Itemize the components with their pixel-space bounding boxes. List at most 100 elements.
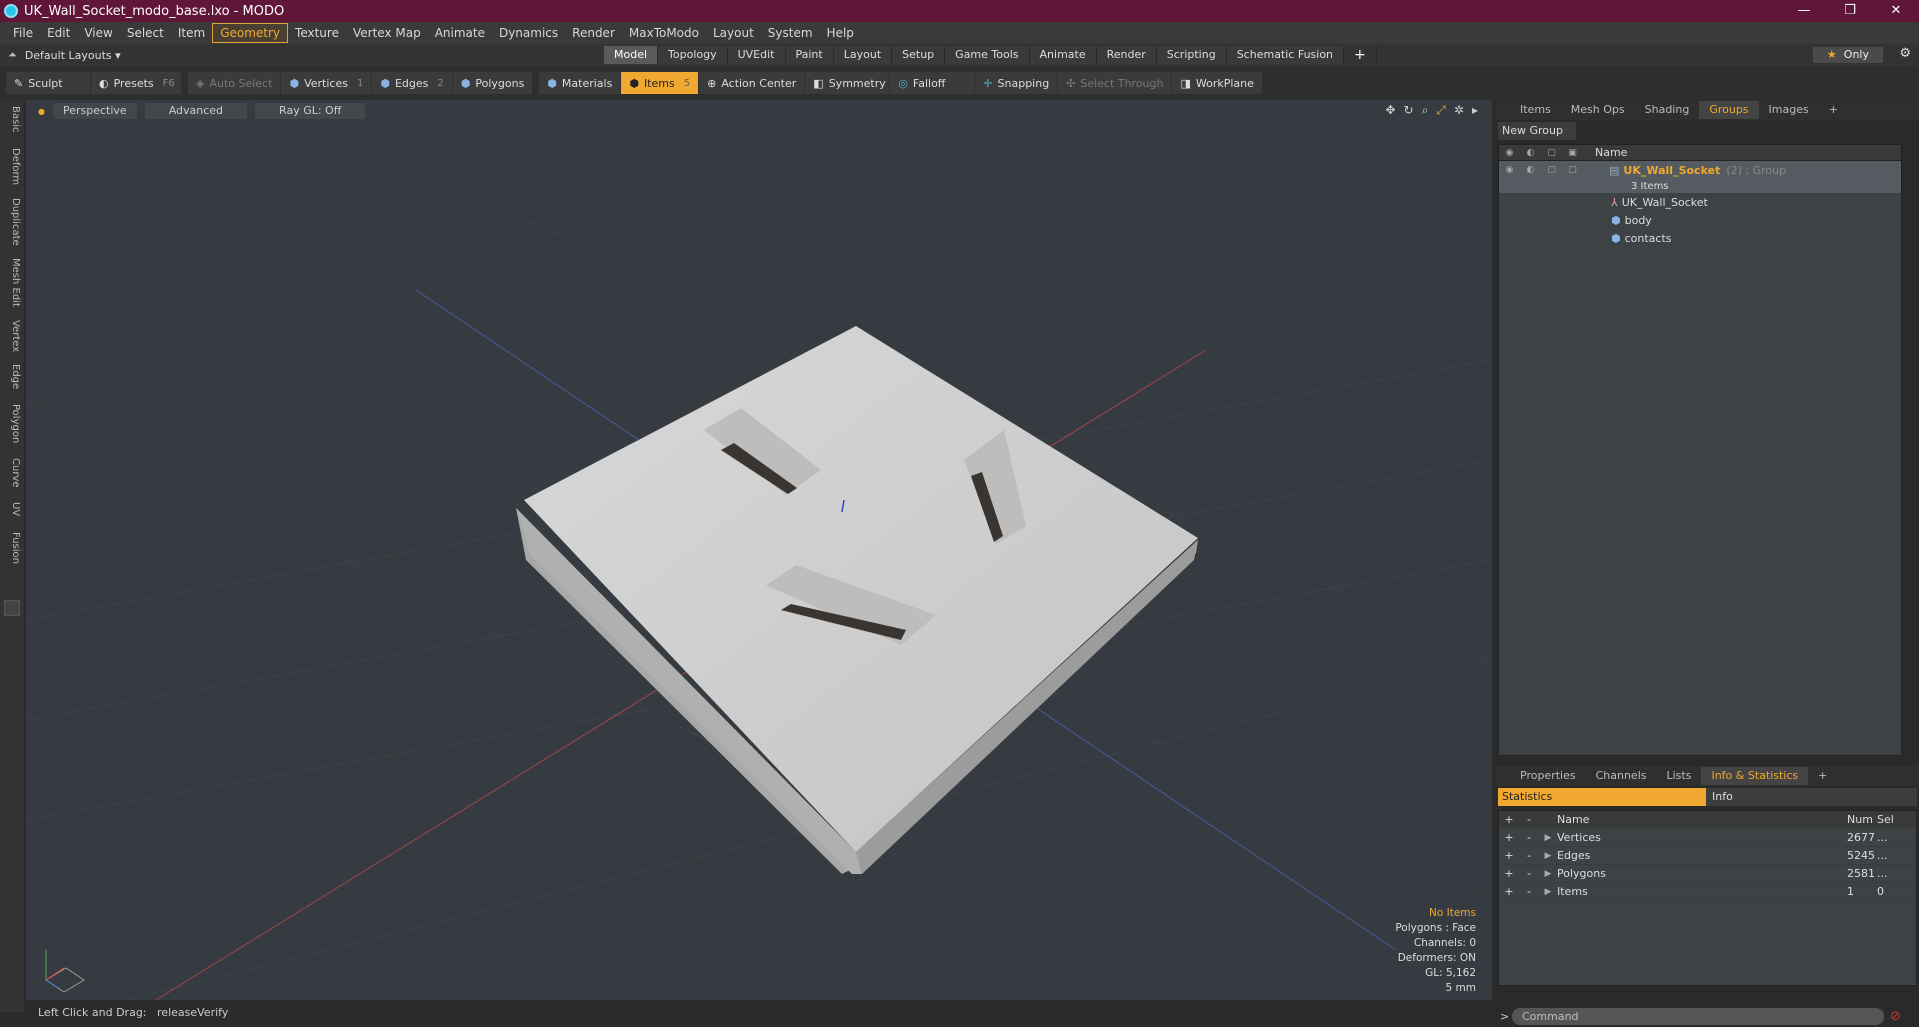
command-input[interactable]: Command xyxy=(1512,1008,1884,1025)
tab-properties[interactable]: Properties xyxy=(1510,767,1586,785)
edges-button[interactable]: ⬢ Edges 2 xyxy=(372,72,452,94)
add-stats-tab-icon[interactable]: + xyxy=(1808,767,1837,785)
table-row[interactable]: + - ▶ Polygons 2581 ... xyxy=(1499,865,1916,883)
tab-shading[interactable]: Shading xyxy=(1635,101,1700,119)
tab-animate[interactable]: Animate xyxy=(1029,46,1097,64)
tab-edge[interactable]: Edge xyxy=(3,364,21,389)
minimize-icon[interactable]: — xyxy=(1781,0,1827,22)
sel-icon[interactable]: ▢ xyxy=(1562,165,1583,175)
tab-deform[interactable]: Deform xyxy=(3,148,21,185)
vertices-button[interactable]: ⬢ Vertices 1 xyxy=(281,72,372,94)
menu-help[interactable]: Help xyxy=(820,24,861,42)
materials-button[interactable]: ⬢ Materials xyxy=(539,72,621,94)
tab-paint[interactable]: Paint xyxy=(785,46,834,64)
only-button[interactable]: ★ Only xyxy=(1812,47,1883,63)
gear-icon[interactable]: ⚙ xyxy=(1899,46,1911,61)
sculpt-button[interactable]: ✎ Sculpt xyxy=(6,72,90,94)
render-col-icon[interactable]: ◐ xyxy=(1520,148,1541,158)
perspective-button[interactable]: Perspective xyxy=(52,103,137,119)
tab-mesh-ops[interactable]: Mesh Ops xyxy=(1561,101,1635,119)
remove-selection-button[interactable]: - xyxy=(1519,831,1539,844)
menu-maxtomodo[interactable]: MaxToModo xyxy=(622,24,706,42)
tab-schematic-fusion[interactable]: Schematic Fusion xyxy=(1226,46,1345,64)
add-selection-button[interactable]: + xyxy=(1499,885,1519,898)
menu-system[interactable]: System xyxy=(761,24,820,42)
workplane-button[interactable]: ◨ WorkPlane xyxy=(1172,72,1262,94)
command-stop-icon[interactable]: ⊘ xyxy=(1890,1009,1901,1024)
rotate-icon[interactable]: ↻ xyxy=(1404,103,1414,118)
add-tab-icon[interactable]: + xyxy=(1344,46,1377,64)
collapse-all-button[interactable]: - xyxy=(1519,813,1539,826)
lock-icon[interactable]: ▢ xyxy=(1541,165,1562,175)
tab-duplicate[interactable]: Duplicate xyxy=(3,198,21,246)
tab-mesh-edit[interactable]: Mesh Edit xyxy=(3,258,21,307)
group-child-row[interactable]: ⬢ body xyxy=(1499,211,1901,229)
tab-groups[interactable]: Groups xyxy=(1699,101,1759,119)
menu-dynamics[interactable]: Dynamics xyxy=(492,24,565,42)
falloff-button[interactable]: ◎ Falloff xyxy=(890,72,975,94)
group-child-row[interactable]: ⬢ contacts xyxy=(1499,229,1901,247)
action-center-button[interactable]: ⊕ Action Center xyxy=(699,72,805,94)
tab-info-statistics[interactable]: Info & Statistics xyxy=(1701,767,1809,785)
tab-uv[interactable]: UV xyxy=(3,502,21,516)
remove-selection-button[interactable]: - xyxy=(1519,849,1539,862)
tab-game-tools[interactable]: Game Tools xyxy=(945,46,1030,64)
tab-uvedit[interactable]: UVEdit xyxy=(727,46,786,64)
select-col-icon[interactable]: ▣ xyxy=(1562,148,1583,158)
tab-vertex[interactable]: Vertex xyxy=(3,320,21,352)
symmetry-button[interactable]: ◧ Symmetry xyxy=(805,72,890,94)
expand-arrow-icon[interactable]: ▶ xyxy=(1539,887,1557,897)
tab-model[interactable]: Model xyxy=(604,46,659,64)
tab-basic[interactable]: Basic xyxy=(3,106,21,132)
lock-col-icon[interactable]: ▢ xyxy=(1541,148,1562,158)
visibility-col-icon[interactable]: ◉ xyxy=(1499,148,1520,158)
snapping-button[interactable]: ✛ Snapping xyxy=(975,72,1058,94)
3d-viewport[interactable]: ● Perspective Advanced Ray GL: Off ✥ ↻ ⌕… xyxy=(26,100,1492,1000)
table-row[interactable]: + - ▶ Items 1 0 xyxy=(1499,883,1916,901)
select-through-button[interactable]: ✣ Select Through xyxy=(1058,72,1172,94)
tab-topology[interactable]: Topology xyxy=(658,46,728,64)
statistics-tab[interactable]: Statistics xyxy=(1498,788,1706,806)
tab-render[interactable]: Render xyxy=(1096,46,1157,64)
menu-edit[interactable]: Edit xyxy=(40,24,77,42)
remove-selection-button[interactable]: - xyxy=(1519,885,1539,898)
settings-icon[interactable]: ✲ xyxy=(1454,103,1464,118)
menu-view[interactable]: View xyxy=(77,24,119,42)
fit-icon[interactable]: ⤢ xyxy=(1436,103,1446,118)
tab-channels[interactable]: Channels xyxy=(1586,767,1657,785)
group-row[interactable]: ◉ ◐ ▢ ▢ ▤ UK_Wall_Socket (2) : Group xyxy=(1499,161,1901,179)
menu-file[interactable]: File xyxy=(6,24,40,42)
add-panel-tab-icon[interactable]: + xyxy=(1819,101,1848,119)
raygl-button[interactable]: Ray GL: Off xyxy=(255,103,366,119)
zoom-icon[interactable]: ⌕ xyxy=(1422,103,1429,118)
maximize-icon[interactable]: ❐ xyxy=(1827,0,1873,22)
table-row[interactable]: + - ▶ Edges 5245 ... xyxy=(1499,847,1916,865)
expand-arrow-icon[interactable]: ▶ xyxy=(1539,833,1557,843)
add-selection-button[interactable]: + xyxy=(1499,831,1519,844)
eye-icon[interactable]: ◉ xyxy=(1499,165,1520,175)
expand-all-button[interactable]: + xyxy=(1499,813,1519,826)
tab-lists[interactable]: Lists xyxy=(1657,767,1702,785)
viewport-menu-icon[interactable]: ● xyxy=(38,107,45,116)
tab-layout[interactable]: Layout xyxy=(833,46,893,64)
menu-vertex-map[interactable]: Vertex Map xyxy=(346,24,428,42)
render-icon[interactable]: ◐ xyxy=(1520,165,1541,175)
table-row[interactable]: + - ▶ Vertices 2677 ... xyxy=(1499,829,1916,847)
menu-item[interactable]: Item xyxy=(171,24,212,42)
tab-setup[interactable]: Setup xyxy=(892,46,946,64)
tab-polygon[interactable]: Polygon xyxy=(3,404,21,443)
tab-items[interactable]: Items xyxy=(1510,101,1561,119)
new-group-button[interactable]: New Group xyxy=(1498,122,1576,140)
presets-button[interactable]: ◐ Presets F6 xyxy=(91,72,181,94)
advanced-button[interactable]: Advanced xyxy=(144,103,248,119)
menu-layout[interactable]: Layout xyxy=(706,24,761,42)
menu-geometry[interactable]: Geometry xyxy=(212,23,289,43)
more-icon[interactable]: ▸ xyxy=(1472,103,1478,118)
add-selection-button[interactable]: + xyxy=(1499,849,1519,862)
group-child-row[interactable]: ⅄ UK_Wall_Socket xyxy=(1499,193,1901,211)
tab-fusion[interactable]: Fusion xyxy=(3,532,21,564)
menu-select[interactable]: Select xyxy=(120,24,171,42)
info-tab[interactable]: Info xyxy=(1706,788,1917,806)
remove-selection-button[interactable]: - xyxy=(1519,867,1539,880)
expand-arrow-icon[interactable]: ▶ xyxy=(1539,869,1557,879)
